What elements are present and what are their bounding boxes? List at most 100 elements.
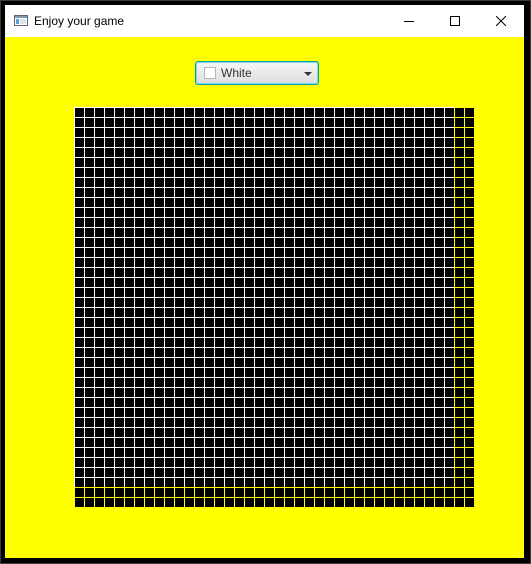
- board-cell[interactable]: [225, 318, 234, 327]
- board-cell[interactable]: [215, 278, 224, 287]
- board-cell[interactable]: [425, 478, 434, 487]
- board-cell[interactable]: [195, 418, 204, 427]
- board-cell[interactable]: [155, 128, 164, 137]
- board-cell[interactable]: [445, 128, 454, 137]
- board-cell[interactable]: [325, 228, 334, 237]
- board-cell[interactable]: [205, 428, 214, 437]
- board-cell[interactable]: [355, 418, 364, 427]
- board-cell[interactable]: [235, 168, 244, 177]
- board-cell[interactable]: [355, 258, 364, 267]
- board-cell[interactable]: [415, 348, 424, 357]
- board-cell[interactable]: [255, 288, 264, 297]
- board-cell[interactable]: [455, 258, 464, 267]
- board-cell[interactable]: [385, 468, 394, 477]
- board-cell[interactable]: [135, 328, 144, 337]
- board-cell[interactable]: [285, 398, 294, 407]
- board-cell[interactable]: [225, 428, 234, 437]
- board-cell[interactable]: [305, 388, 314, 397]
- board-cell[interactable]: [335, 148, 344, 157]
- board-cell[interactable]: [325, 218, 334, 227]
- board-cell[interactable]: [355, 338, 364, 347]
- board-cell[interactable]: [145, 308, 154, 317]
- board-cell[interactable]: [305, 358, 314, 367]
- board-cell[interactable]: [125, 308, 134, 317]
- board-cell[interactable]: [115, 458, 124, 467]
- board-cell[interactable]: [85, 308, 94, 317]
- board-cell[interactable]: [375, 308, 384, 317]
- board-cell[interactable]: [285, 148, 294, 157]
- board-cell[interactable]: [325, 478, 334, 487]
- board-cell[interactable]: [135, 378, 144, 387]
- board-cell[interactable]: [165, 138, 174, 147]
- board-cell[interactable]: [205, 468, 214, 477]
- board-cell[interactable]: [305, 438, 314, 447]
- board-cell[interactable]: [105, 438, 114, 447]
- board-cell[interactable]: [85, 338, 94, 347]
- board-cell[interactable]: [315, 198, 324, 207]
- board-cell[interactable]: [215, 238, 224, 247]
- board-cell[interactable]: [285, 488, 294, 497]
- board-cell[interactable]: [235, 268, 244, 277]
- board-cell[interactable]: [455, 138, 464, 147]
- board-cell[interactable]: [305, 488, 314, 497]
- board-cell[interactable]: [335, 238, 344, 247]
- board-cell[interactable]: [385, 278, 394, 287]
- board-cell[interactable]: [405, 108, 414, 117]
- board-cell[interactable]: [275, 478, 284, 487]
- board-cell[interactable]: [295, 368, 304, 377]
- board-cell[interactable]: [195, 318, 204, 327]
- board-cell[interactable]: [145, 428, 154, 437]
- board-cell[interactable]: [265, 208, 274, 217]
- board-cell[interactable]: [325, 108, 334, 117]
- board-cell[interactable]: [155, 288, 164, 297]
- board-cell[interactable]: [405, 218, 414, 227]
- board-cell[interactable]: [125, 188, 134, 197]
- board-cell[interactable]: [235, 158, 244, 167]
- board-cell[interactable]: [345, 388, 354, 397]
- board-cell[interactable]: [125, 108, 134, 117]
- board-cell[interactable]: [365, 228, 374, 237]
- board-cell[interactable]: [125, 478, 134, 487]
- board-cell[interactable]: [285, 108, 294, 117]
- board-cell[interactable]: [385, 318, 394, 327]
- board-cell[interactable]: [355, 138, 364, 147]
- board-cell[interactable]: [205, 308, 214, 317]
- board-cell[interactable]: [405, 158, 414, 167]
- board-cell[interactable]: [445, 178, 454, 187]
- board-cell[interactable]: [465, 398, 474, 407]
- board-cell[interactable]: [125, 198, 134, 207]
- board-cell[interactable]: [185, 108, 194, 117]
- board-cell[interactable]: [275, 238, 284, 247]
- board-cell[interactable]: [315, 328, 324, 337]
- board-cell[interactable]: [185, 448, 194, 457]
- board-cell[interactable]: [115, 128, 124, 137]
- board-cell[interactable]: [285, 348, 294, 357]
- board-cell[interactable]: [205, 268, 214, 277]
- board-cell[interactable]: [135, 268, 144, 277]
- board-cell[interactable]: [125, 118, 134, 127]
- board-cell[interactable]: [415, 138, 424, 147]
- board-cell[interactable]: [385, 158, 394, 167]
- board-cell[interactable]: [345, 278, 354, 287]
- board-cell[interactable]: [235, 228, 244, 237]
- board-cell[interactable]: [345, 458, 354, 467]
- board-cell[interactable]: [155, 108, 164, 117]
- board-cell[interactable]: [405, 278, 414, 287]
- board-cell[interactable]: [295, 358, 304, 367]
- board-cell[interactable]: [235, 208, 244, 217]
- board-cell[interactable]: [295, 238, 304, 247]
- board-cell[interactable]: [325, 288, 334, 297]
- board-cell[interactable]: [315, 448, 324, 457]
- board-cell[interactable]: [115, 438, 124, 447]
- board-cell[interactable]: [335, 268, 344, 277]
- board-cell[interactable]: [375, 318, 384, 327]
- board-cell[interactable]: [415, 278, 424, 287]
- board-cell[interactable]: [285, 278, 294, 287]
- board-cell[interactable]: [385, 478, 394, 487]
- board-cell[interactable]: [145, 458, 154, 467]
- board-cell[interactable]: [435, 348, 444, 357]
- board-cell[interactable]: [325, 498, 334, 507]
- board-cell[interactable]: [185, 288, 194, 297]
- board-cell[interactable]: [415, 178, 424, 187]
- board-cell[interactable]: [115, 328, 124, 337]
